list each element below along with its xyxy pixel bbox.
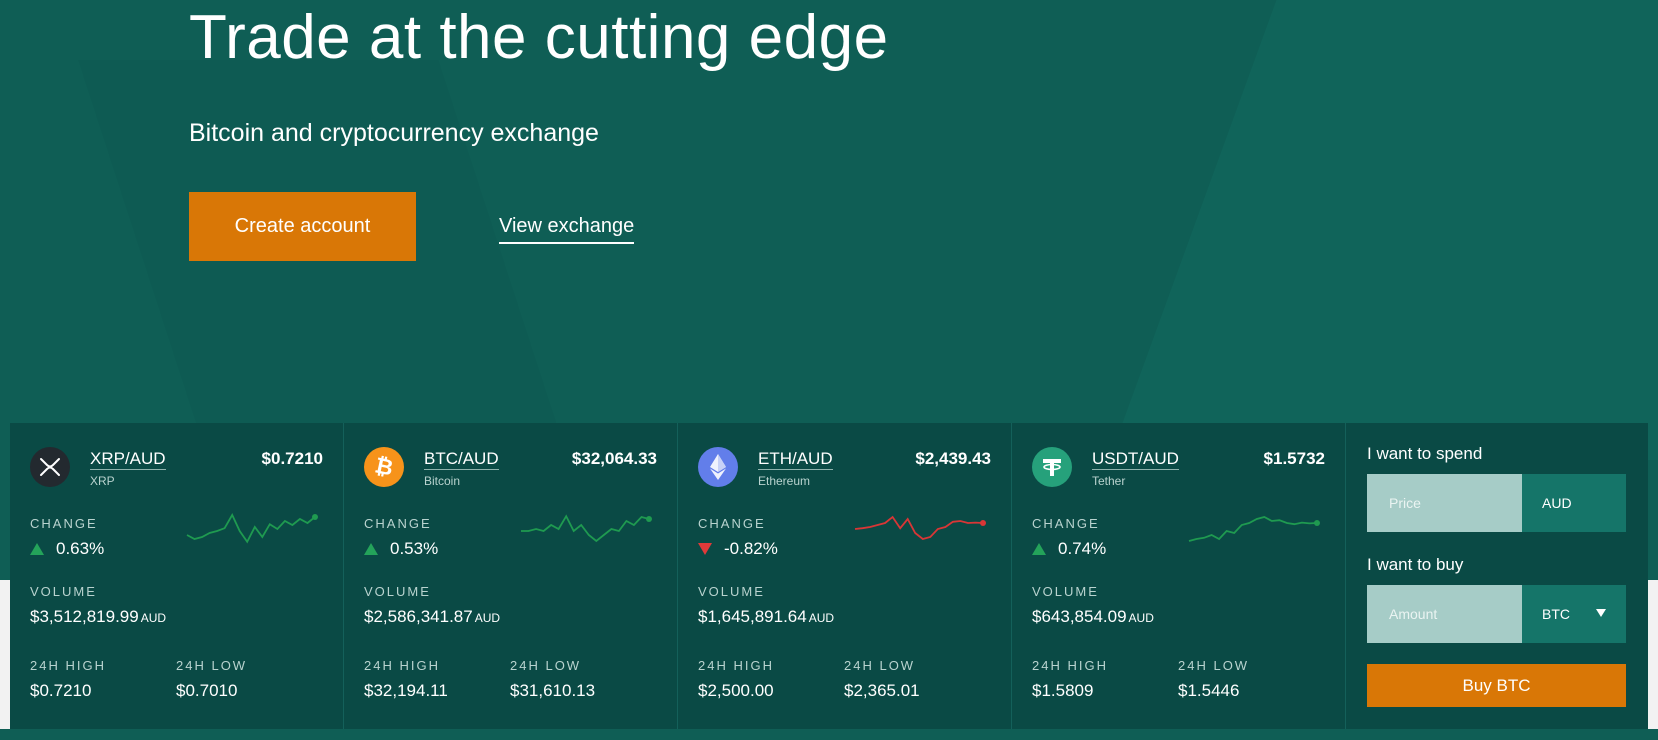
change-value: 0.74%	[1032, 539, 1106, 559]
sparkline-end-dot	[646, 516, 652, 522]
low-label: 24H LOW	[1178, 658, 1250, 673]
coin-name: Tether	[1092, 474, 1126, 488]
coin-name: XRP	[90, 474, 115, 488]
market-price: $1.5732	[1263, 449, 1325, 468]
volume-currency: AUD	[1128, 611, 1154, 625]
high-value: $1.5809	[1032, 681, 1094, 700]
market-pair-link[interactable]: XRP/AUD	[90, 449, 166, 470]
view-exchange-link[interactable]: View exchange	[499, 214, 635, 244]
market-price: $32,064.33	[571, 449, 657, 468]
volume-currency: AUD	[140, 611, 167, 625]
high-label: 24H HIGH	[1032, 658, 1108, 673]
sparkline-end-dot	[312, 514, 318, 520]
market-price: $2,439.43	[915, 449, 991, 468]
sparkline-chart	[186, 513, 318, 544]
change-value: 0.53%	[364, 539, 438, 559]
sparkline-end-dot	[1314, 520, 1320, 526]
volume-label: VOLUME	[364, 584, 431, 599]
market-pair-link[interactable]: USDT/AUD	[1092, 449, 1179, 470]
quick-trade-form: I want to spend AUD I want to buy BTC Bu…	[1346, 423, 1648, 729]
sparkline-chart	[1188, 516, 1320, 542]
market-panel: XRP/AUD XRP $0.7210 CHANGE 0.63% VOLUME …	[10, 423, 1648, 729]
down-arrow-icon	[698, 543, 712, 555]
change-value: -0.82%	[698, 539, 778, 559]
price-input[interactable]	[1367, 474, 1522, 532]
sparkline-end-dot	[980, 520, 986, 526]
market-card-xrp[interactable]: XRP/AUD XRP $0.7210 CHANGE 0.63% VOLUME …	[10, 423, 344, 729]
change-label: CHANGE	[30, 516, 98, 531]
change-label: CHANGE	[1032, 516, 1100, 531]
market-pair-link[interactable]: ETH/AUD	[758, 449, 833, 470]
high-label: 24H HIGH	[698, 658, 774, 673]
bottom-strip	[0, 729, 1658, 740]
volume-label: VOLUME	[1032, 584, 1099, 599]
market-price: $0.7210	[261, 449, 323, 468]
change-label: CHANGE	[698, 516, 766, 531]
volume-value: $643,854.09 AUD	[1032, 607, 1154, 628]
volume-label: VOLUME	[698, 584, 765, 599]
buy-currency-label: BTC	[1542, 606, 1570, 622]
sparkline-chart	[854, 515, 986, 540]
coin-name: Bitcoin	[424, 474, 461, 488]
high-value: $2,500.00	[698, 681, 774, 700]
low-label: 24H LOW	[176, 658, 248, 673]
low-label: 24H LOW	[844, 658, 916, 673]
change-percent: 0.53%	[390, 539, 439, 558]
up-arrow-icon	[30, 543, 44, 555]
high-value: $0.7210	[30, 681, 92, 700]
change-percent: 0.63%	[56, 539, 105, 558]
sparkline-line	[854, 515, 984, 540]
change-percent: -0.82%	[724, 539, 778, 558]
hero-subtitle: Bitcoin and cryptocurrency exchange	[189, 119, 599, 147]
hero-title: Trade at the cutting edge	[189, 3, 889, 72]
sparkline-chart	[521, 514, 652, 543]
spend-label: I want to spend	[1367, 444, 1483, 463]
low-label: 24H LOW	[510, 658, 582, 673]
low-value: $31,610.13	[510, 681, 596, 700]
buy-label: I want to buy	[1367, 555, 1464, 574]
volume-amount: $643,854.09	[1032, 607, 1127, 626]
low-value: $2,365.01	[844, 681, 920, 700]
sparkline-line	[521, 514, 650, 543]
sparkline-line	[1188, 516, 1318, 542]
hero-background-shape	[1109, 0, 1658, 460]
market-card-btc[interactable]: ₿ BTC/AUD Bitcoin $32,064.33 CHANGE 0.53…	[344, 423, 678, 729]
high-value: $32,194.11	[364, 681, 448, 700]
buy-btc-button[interactable]: Buy BTC	[1367, 664, 1626, 707]
high-label: 24H HIGH	[364, 658, 440, 673]
tether-icon	[1032, 447, 1072, 487]
market-card-usdt[interactable]: USDT/AUD Tether $1.5732 CHANGE 0.74% VOL…	[1012, 423, 1346, 729]
buy-currency-select[interactable]: BTC	[1522, 585, 1626, 643]
change-value: 0.63%	[30, 539, 104, 559]
amount-input[interactable]	[1367, 585, 1522, 643]
volume-value: $3,512,819.99 AUD	[30, 607, 166, 628]
sparkline-line	[186, 513, 316, 544]
up-arrow-icon	[364, 543, 378, 555]
volume-label: VOLUME	[30, 584, 97, 599]
high-label: 24H HIGH	[30, 658, 106, 673]
spend-currency-label: AUD	[1542, 495, 1572, 511]
volume-currency: AUD	[474, 611, 501, 625]
xrp-icon	[30, 447, 70, 487]
low-value: $1.5446	[1178, 681, 1240, 700]
change-percent: 0.74%	[1058, 539, 1107, 558]
market-pair-link[interactable]: BTC/AUD	[424, 449, 499, 470]
market-card-eth[interactable]: ETH/AUD Ethereum $2,439.43 CHANGE -0.82%…	[678, 423, 1012, 729]
coin-name: Ethereum	[758, 474, 811, 488]
volume-amount: $1,645,891.64	[698, 607, 807, 626]
volume-amount: $3,512,819.99	[30, 607, 139, 626]
ethereum-icon	[698, 447, 738, 487]
change-label: CHANGE	[364, 516, 432, 531]
volume-value: $1,645,891.64 AUD	[698, 607, 834, 628]
volume-amount: $2,586,341.87	[364, 607, 473, 626]
volume-value: $2,586,341.87 AUD	[364, 607, 500, 628]
chevron-down-icon	[1596, 609, 1606, 617]
bitcoin-icon: ₿	[364, 447, 404, 487]
volume-currency: AUD	[808, 611, 835, 625]
up-arrow-icon	[1032, 543, 1046, 555]
create-account-button[interactable]: Create account	[189, 192, 416, 261]
low-value: $0.7010	[176, 681, 238, 700]
spend-currency: AUD	[1522, 474, 1626, 532]
